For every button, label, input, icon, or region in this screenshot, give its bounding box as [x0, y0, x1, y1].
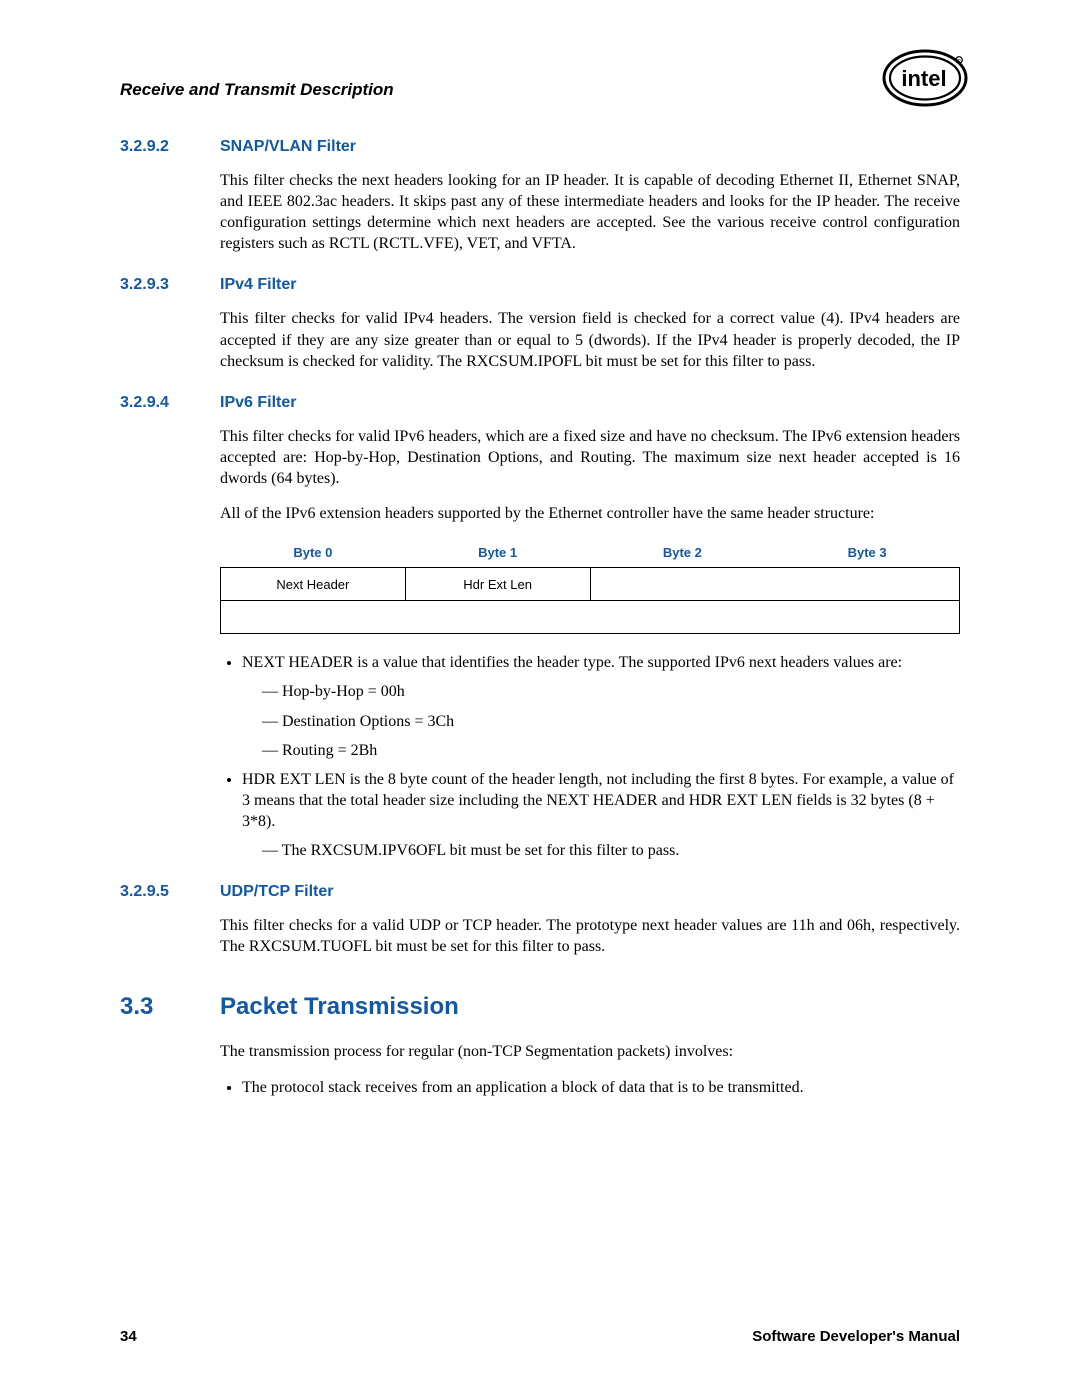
- section-title-udp-tcp: UDP/TCP Filter: [220, 883, 334, 901]
- list-item: HDR EXT LEN is the 8 byte count of the h…: [242, 769, 960, 861]
- list-text: HDR EXT LEN is the 8 byte count of the h…: [242, 771, 954, 830]
- table-cell: [590, 568, 960, 601]
- section-number: 3.2.9.2: [120, 138, 220, 156]
- page-header-title: Receive and Transmit Description: [120, 80, 394, 100]
- section-title-ipv4: IPv4 Filter: [220, 276, 296, 294]
- section-title-ipv6: IPv6 Filter: [220, 394, 296, 412]
- section-number: 3.3: [120, 993, 220, 1021]
- ipv6-header-table: Byte 0 Byte 1 Byte 2 Byte 3 Next Header …: [220, 538, 960, 634]
- list-item: The protocol stack receives from an appl…: [242, 1077, 960, 1098]
- svg-text:intel: intel: [901, 66, 946, 91]
- section-number: 3.2.9.3: [120, 276, 220, 294]
- list-item: The RXCSUM.IPV6OFL bit must be set for t…: [262, 840, 960, 861]
- table-cell: Hdr Ext Len: [405, 568, 590, 601]
- table-header: Byte 3: [775, 538, 960, 568]
- table-header: Byte 1: [405, 538, 590, 568]
- list-item: Destination Options = 3Ch: [262, 711, 960, 732]
- intel-logo: intel R: [880, 46, 970, 115]
- body-text: All of the IPv6 extension headers suppor…: [220, 503, 960, 524]
- section-number: 3.2.9.5: [120, 883, 220, 901]
- table-cell: [221, 601, 960, 634]
- list-item: Routing = 2Bh: [262, 740, 960, 761]
- body-text: The transmission process for regular (no…: [220, 1041, 960, 1062]
- footer-doc-title: Software Developer's Manual: [752, 1328, 960, 1345]
- svg-text:R: R: [957, 59, 961, 65]
- list-text: NEXT HEADER is a value that identifies t…: [242, 654, 902, 671]
- list-item: Hop-by-Hop = 00h: [262, 681, 960, 702]
- table-header: Byte 0: [221, 538, 406, 568]
- body-text: This filter checks for a valid UDP or TC…: [220, 915, 960, 957]
- page-number: 34: [120, 1328, 137, 1345]
- body-text: This filter checks for valid IPv6 header…: [220, 426, 960, 489]
- section-title-snap-vlan: SNAP/VLAN Filter: [220, 138, 356, 156]
- section-number: 3.2.9.4: [120, 394, 220, 412]
- table-header: Byte 2: [590, 538, 775, 568]
- list-item: NEXT HEADER is a value that identifies t…: [242, 652, 960, 760]
- body-text: This filter checks the next headers look…: [220, 170, 960, 254]
- body-text: This filter checks for valid IPv4 header…: [220, 308, 960, 371]
- table-cell: Next Header: [221, 568, 406, 601]
- section-title-packet-transmission: Packet Transmission: [220, 993, 459, 1021]
